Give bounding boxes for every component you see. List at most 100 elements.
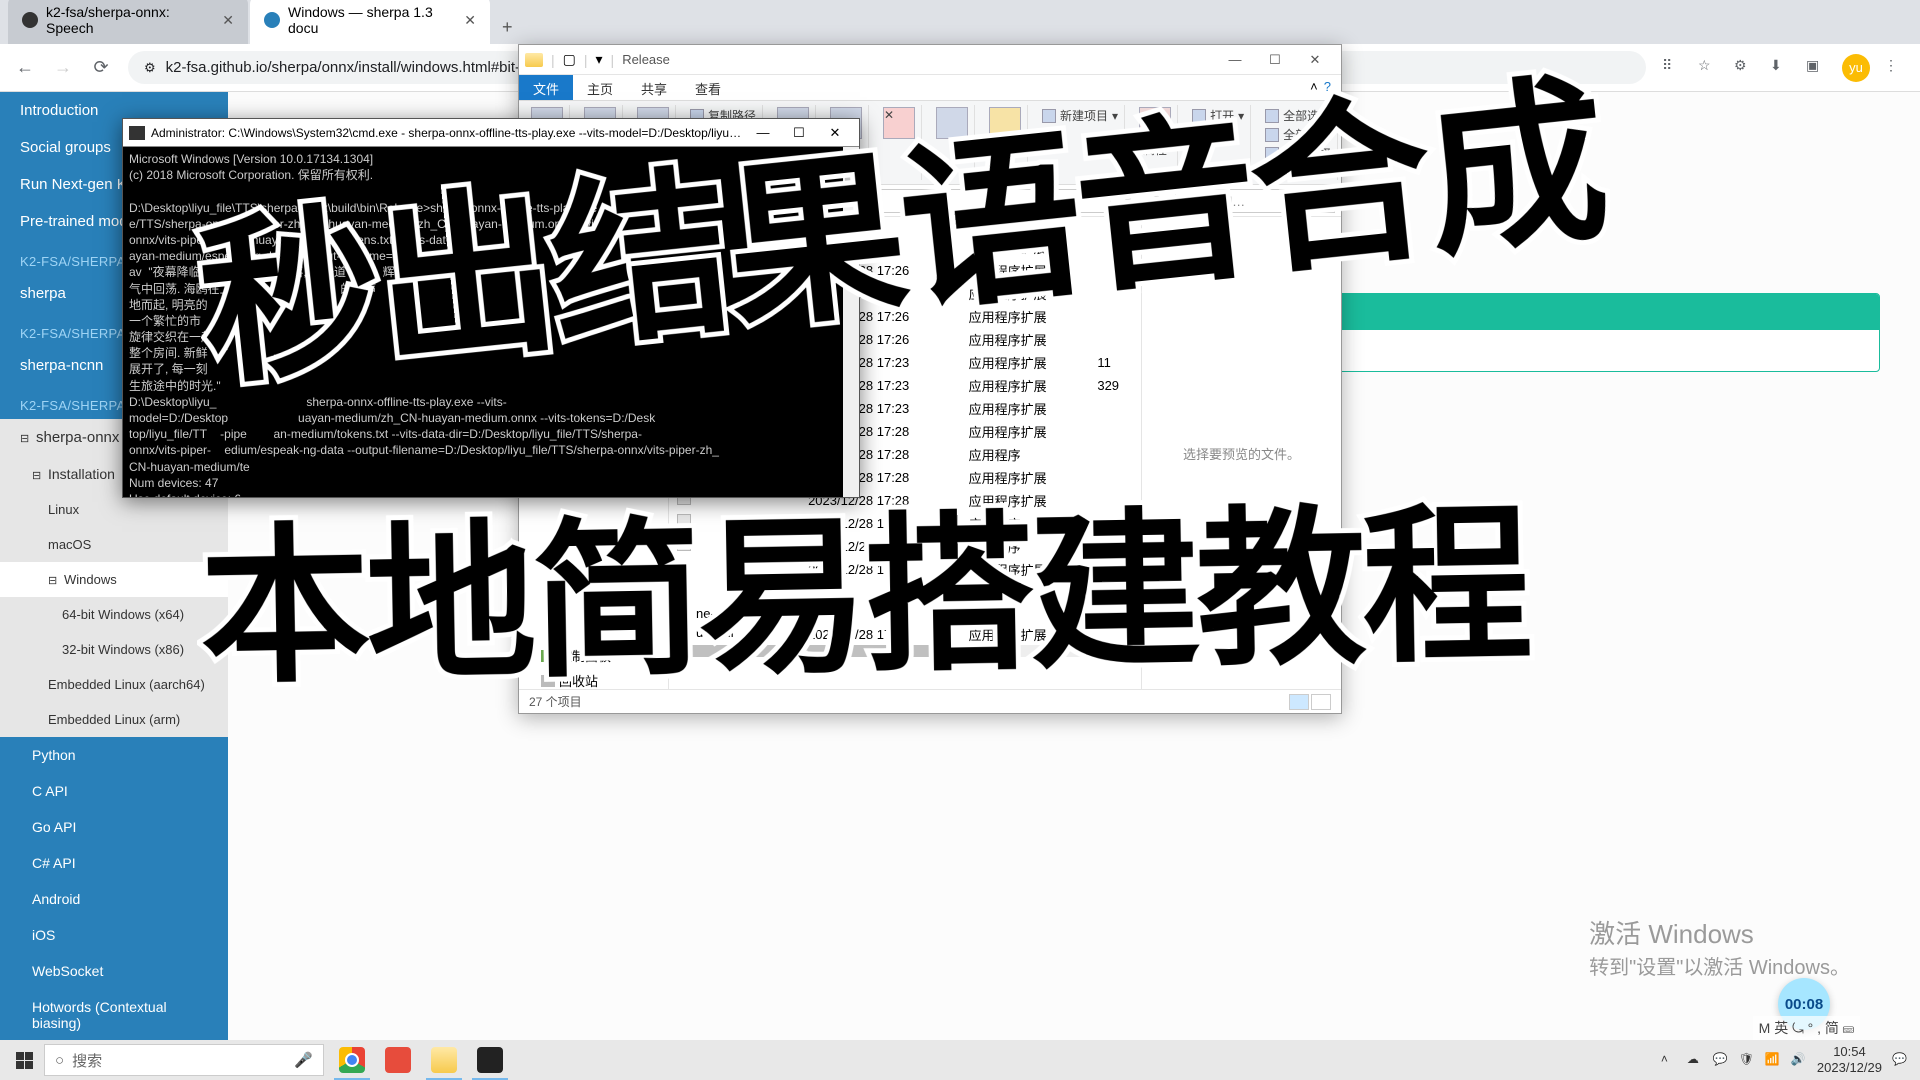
minimize-button[interactable]: — bbox=[1215, 46, 1255, 74]
download-icon[interactable]: ⬇ bbox=[1770, 57, 1792, 79]
avatar[interactable]: yu bbox=[1842, 54, 1870, 82]
ribbon-tab-share[interactable]: 共享 bbox=[627, 75, 681, 100]
new-item-button[interactable]: 新建项目 ▾ bbox=[1042, 107, 1118, 124]
sidepanel-icon[interactable]: ▣ bbox=[1806, 57, 1828, 79]
scroll-left-icon[interactable]: ◂ bbox=[673, 643, 680, 659]
cmd-titlebar[interactable]: Administrator: C:\Windows\System32\cmd.e… bbox=[123, 119, 859, 147]
cmd-output[interactable]: Microsoft Windows [Version 10.0.17134.13… bbox=[123, 147, 859, 497]
taskbar-app-youdao[interactable] bbox=[376, 1040, 420, 1080]
reload-button[interactable]: ⟳ bbox=[90, 57, 112, 79]
sidebar-item[interactable]: Python bbox=[0, 737, 228, 773]
qat-dropdown-icon[interactable]: ▾ bbox=[596, 51, 603, 68]
view-icons-button[interactable] bbox=[1311, 694, 1331, 710]
menu-icon[interactable]: ⋮ bbox=[1884, 57, 1906, 79]
qat-icon[interactable]: ▢ bbox=[563, 51, 576, 68]
close-button[interactable]: ✕ bbox=[817, 120, 853, 146]
sidebar-item[interactable]: iOS bbox=[0, 917, 228, 953]
table-row[interactable]: 2023/应用程序 bbox=[669, 581, 1141, 604]
search-box[interactable]: 搜索"Rel… 🔍 bbox=[1175, 189, 1335, 213]
search-icon[interactable]: 🔍 bbox=[1312, 193, 1328, 209]
tree-control-panel[interactable]: 控制面板 bbox=[523, 643, 664, 668]
ribbon-tab-view[interactable]: 查看 bbox=[681, 75, 735, 100]
taskbar: ○ 搜索 🎤 ˄ ☁ 💬 🛡 📶 🔊 10:54 2023/12/29 💬 bbox=[0, 1040, 1920, 1080]
ribbon-tab-file[interactable]: 文件 bbox=[519, 75, 573, 100]
sidebar-item[interactable]: C API bbox=[0, 773, 228, 809]
windows-activation-watermark: 激活 Windows 转到"设置"以激活 Windows。 bbox=[1589, 914, 1850, 980]
tab-github[interactable]: k2-fsa/sherpa-onnx: Speech ✕ bbox=[8, 0, 248, 44]
select-none-button[interactable]: 全部取消 bbox=[1265, 126, 1331, 143]
close-icon[interactable]: ✕ bbox=[222, 12, 234, 29]
help-icon[interactable]: ? bbox=[1324, 79, 1331, 96]
tree-recycle-bin[interactable]: 回收站 bbox=[523, 668, 664, 689]
cmd-icon bbox=[129, 126, 145, 140]
folder-icon bbox=[525, 53, 543, 67]
sidebar-item[interactable]: Embedded Linux (aarch64) bbox=[0, 667, 228, 702]
table-row[interactable]: 2023/12/28 17:28应用程序扩展 bbox=[669, 558, 1141, 581]
wechat-icon[interactable]: 💬 bbox=[1713, 1052, 1729, 1068]
chevron-up-icon[interactable]: ˄ bbox=[1661, 1052, 1677, 1068]
invert-selection-button[interactable]: 反向选择 bbox=[1265, 145, 1331, 162]
table-row[interactable]: ne-asr.exe bbox=[669, 604, 1141, 623]
taskbar-app-explorer[interactable] bbox=[422, 1040, 466, 1080]
tab-docs[interactable]: Windows — sherpa 1.3 docu ✕ bbox=[250, 0, 490, 44]
minimize-button[interactable]: — bbox=[745, 120, 781, 146]
scrollbar[interactable] bbox=[843, 147, 859, 497]
explorer-titlebar[interactable]: |▢|▾| Release — ☐ ✕ bbox=[519, 45, 1341, 75]
sidebar-item-windows[interactable]: ⊟Windows bbox=[0, 562, 228, 597]
chevron-up-icon[interactable]: ˄ bbox=[1310, 79, 1318, 96]
file-icon bbox=[677, 537, 691, 551]
back-button[interactable]: ← bbox=[14, 57, 36, 79]
taskbar-search[interactable]: ○ 搜索 🎤 bbox=[44, 1044, 324, 1076]
refresh-button[interactable]: ⟳ bbox=[1145, 189, 1171, 213]
table-row[interactable]: ucd.dll2023/12/28 17:26应用程序扩展 bbox=[669, 623, 1141, 646]
maximize-button[interactable]: ☐ bbox=[781, 120, 817, 146]
chevron-down-icon[interactable]: ▾ bbox=[1115, 189, 1141, 213]
scroll-right-icon[interactable]: ▸ bbox=[1130, 643, 1137, 659]
notifications-icon[interactable]: 💬 bbox=[1892, 1052, 1908, 1068]
network-icon[interactable]: 📶 bbox=[1765, 1052, 1781, 1068]
open-button[interactable]: 打开 ▾ bbox=[1192, 107, 1244, 124]
forward-button[interactable]: → bbox=[52, 57, 74, 79]
cmd-window[interactable]: Administrator: C:\Windows\System32\cmd.e… bbox=[122, 118, 860, 498]
site-info-icon[interactable]: ⚙ bbox=[144, 60, 156, 76]
tab-title: k2-fsa/sherpa-onnx: Speech bbox=[46, 4, 214, 36]
view-details-button[interactable] bbox=[1289, 694, 1309, 710]
table-row[interactable]: 2023/12/28 17:28应用程序 bbox=[669, 512, 1141, 535]
close-icon[interactable]: ✕ bbox=[464, 12, 476, 29]
volume-icon[interactable]: 🔊 bbox=[1791, 1052, 1807, 1068]
delete-icon[interactable]: ✕ bbox=[883, 107, 915, 139]
translate-icon[interactable]: ⠿ bbox=[1662, 57, 1684, 79]
maximize-button[interactable]: ☐ bbox=[1255, 46, 1295, 74]
file-icon bbox=[677, 626, 691, 640]
sidebar-item[interactable]: C# API bbox=[0, 845, 228, 881]
new-folder-icon[interactable] bbox=[989, 107, 1021, 139]
sidebar-item[interactable]: Android bbox=[0, 881, 228, 917]
select-all-button[interactable]: 全部选择 bbox=[1265, 107, 1331, 124]
properties-icon[interactable] bbox=[1139, 107, 1171, 139]
start-button[interactable] bbox=[4, 1040, 44, 1080]
ime-indicator[interactable]: M 英 ⤿ ° , 简 ⌨ bbox=[1753, 1016, 1860, 1040]
sidebar-item[interactable]: macOS bbox=[0, 527, 228, 562]
sidebar-item[interactable]: WebSocket bbox=[0, 953, 228, 989]
sidebar-item[interactable]: Go API bbox=[0, 809, 228, 845]
security-icon[interactable]: 🛡 bbox=[1739, 1052, 1755, 1068]
taskbar-app-chrome[interactable] bbox=[330, 1040, 374, 1080]
taskbar-app-cmd[interactable] bbox=[468, 1040, 512, 1080]
close-button[interactable]: ✕ bbox=[1295, 46, 1335, 74]
new-tab-button[interactable]: + bbox=[492, 11, 523, 44]
sidebar-item[interactable]: 64-bit Windows (x64) bbox=[0, 597, 228, 632]
sidebar-item[interactable]: 32-bit Windows (x86) bbox=[0, 632, 228, 667]
toolbar-icons: ⠿ ☆ ⚙ ⬇ ▣ yu ⋮ bbox=[1662, 54, 1906, 82]
rename-icon[interactable] bbox=[936, 107, 968, 139]
ribbon-tab-home[interactable]: 主页 bbox=[573, 75, 627, 100]
table-row[interactable]: 2023/12/28 17:28应用程序 bbox=[669, 535, 1141, 558]
extensions-icon[interactable]: ⚙ bbox=[1734, 57, 1756, 79]
onedrive-icon[interactable]: ☁ bbox=[1687, 1052, 1703, 1068]
taskbar-clock[interactable]: 10:54 2023/12/29 bbox=[1817, 1044, 1882, 1075]
browser-tabs: k2-fsa/sherpa-onnx: Speech ✕ Windows — s… bbox=[0, 0, 1920, 44]
bookmark-icon[interactable]: ☆ bbox=[1698, 57, 1720, 79]
sidebar-item[interactable]: Hotwords (Contextual biasing) bbox=[0, 989, 228, 1040]
mic-icon[interactable]: 🎤 bbox=[294, 1051, 313, 1069]
system-tray[interactable]: ˄ ☁ 💬 🛡 📶 🔊 10:54 2023/12/29 💬 bbox=[1661, 1044, 1916, 1075]
sidebar-item[interactable]: Embedded Linux (arm) bbox=[0, 702, 228, 737]
